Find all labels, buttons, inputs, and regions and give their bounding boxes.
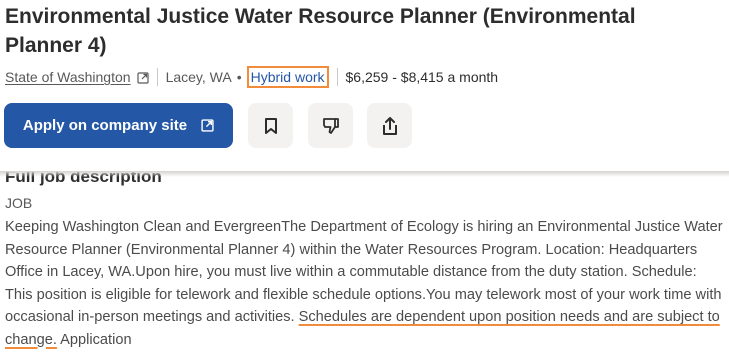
job-meta: State of Washington Lacey, WA • Hybrid w… bbox=[5, 64, 498, 90]
work-type-badge: Hybrid work bbox=[246, 66, 329, 88]
job-header: Environmental Justice Water Resource Pla… bbox=[0, 0, 729, 172]
company-link[interactable]: State of Washington bbox=[5, 69, 131, 85]
bookmark-icon bbox=[264, 117, 277, 134]
meta-divider bbox=[156, 68, 158, 86]
job-description-text: Keeping Washington Clean and EvergreenTh… bbox=[5, 216, 725, 351]
salary: $6,259 - $8,415 a month bbox=[345, 69, 499, 85]
not-interested-button[interactable] bbox=[308, 103, 353, 148]
thumbs-down-icon bbox=[322, 117, 339, 134]
apply-on-company-site-button[interactable]: Apply on company site bbox=[4, 103, 233, 148]
apply-button-label: Apply on company site bbox=[22, 117, 188, 134]
meta-dot: • bbox=[236, 69, 242, 85]
share-icon bbox=[382, 116, 397, 135]
meta-divider bbox=[336, 68, 338, 86]
job-location: Lacey, WA bbox=[165, 69, 232, 85]
description-text-after: Application bbox=[56, 331, 132, 348]
job-section-label: JOB bbox=[5, 195, 33, 211]
sticky-header-shadow bbox=[0, 171, 729, 177]
external-link-icon bbox=[201, 119, 214, 132]
job-title: Environmental Justice Water Resource Pla… bbox=[5, 5, 636, 57]
share-button[interactable] bbox=[367, 103, 412, 148]
external-link-icon[interactable] bbox=[136, 72, 149, 84]
save-job-button[interactable] bbox=[248, 103, 293, 148]
